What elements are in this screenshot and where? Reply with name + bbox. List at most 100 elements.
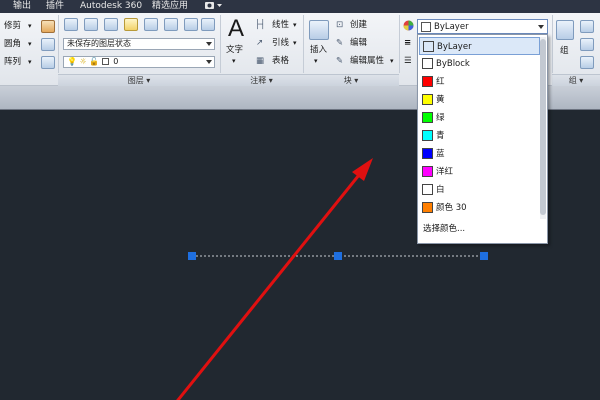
lineweight-icon[interactable]: ≡ bbox=[404, 38, 411, 49]
grip-handle[interactable] bbox=[334, 252, 342, 260]
color-swatch bbox=[422, 76, 433, 87]
dropdown-arrow-icon[interactable]: ▾ bbox=[390, 56, 394, 67]
linear-dim-icon: ├┤ bbox=[255, 20, 266, 30]
color-swatch bbox=[422, 148, 433, 159]
group-select-icon[interactable] bbox=[580, 56, 594, 69]
dropdown-arrow-icon[interactable]: ▾ bbox=[28, 57, 32, 68]
color-swatch bbox=[422, 130, 433, 141]
menu-autodesk-360[interactable]: Autodesk 360 bbox=[80, 1, 142, 12]
block-panel-title[interactable]: 块 ▾ bbox=[303, 74, 399, 86]
dropdown-arrow-icon[interactable]: ▾ bbox=[293, 20, 297, 31]
layer-state-dropdown[interactable]: 未保存的图层状态 bbox=[63, 38, 215, 50]
color-option-label: ByLayer bbox=[437, 42, 472, 52]
layer-states-icon[interactable] bbox=[84, 18, 98, 31]
layer-color-swatch bbox=[101, 58, 109, 65]
menu-featured-apps[interactable]: 精选应用 bbox=[152, 1, 188, 12]
lock-open-icon: 🔓 bbox=[89, 57, 100, 66]
color-option-label: 红 bbox=[436, 77, 445, 87]
eraser-icon[interactable] bbox=[41, 20, 55, 33]
color-swatch bbox=[422, 166, 433, 177]
leader-icon: ↗ bbox=[256, 38, 264, 48]
layers-panel-title[interactable]: 图层 ▾ bbox=[58, 74, 220, 86]
color-swatch bbox=[422, 94, 433, 105]
group-edit-icon[interactable] bbox=[580, 38, 594, 51]
color-option-magenta[interactable]: 洋红 bbox=[419, 163, 540, 181]
group-button[interactable]: 组 bbox=[560, 46, 569, 57]
dropdown-arrow-icon[interactable]: ▾ bbox=[232, 56, 236, 67]
annotation-panel-title[interactable]: 注释 ▾ bbox=[220, 74, 303, 86]
dropdown-arrow-icon[interactable]: ▾ bbox=[293, 38, 297, 49]
edit-attributes-button[interactable]: 编辑属性 bbox=[350, 56, 384, 67]
color-option-label: 黄 bbox=[436, 95, 445, 105]
text-icon[interactable]: A bbox=[228, 16, 244, 42]
menu-bar: 输出 插件 Autodesk 360 精选应用 bbox=[0, 0, 600, 13]
explode-icon[interactable] bbox=[41, 38, 55, 51]
color-option-label: 蓝 bbox=[436, 149, 445, 159]
grip-handle[interactable] bbox=[188, 252, 196, 260]
grip-handle[interactable] bbox=[480, 252, 488, 260]
insert-block-icon[interactable] bbox=[309, 20, 329, 40]
annotation-arrow-line bbox=[176, 169, 365, 400]
color-option-label: 洋红 bbox=[436, 167, 454, 177]
color-dropdown[interactable]: ByLayer bbox=[417, 19, 548, 34]
menu-output[interactable]: 输出 bbox=[13, 1, 31, 12]
layers-panel-title-label: 图层 bbox=[127, 76, 144, 85]
color-option-30[interactable]: 颜色 30 bbox=[419, 199, 540, 217]
color-wheel-icon[interactable] bbox=[403, 20, 414, 34]
leader-button[interactable]: 引线 bbox=[272, 38, 289, 49]
color-option-white[interactable]: 白 bbox=[419, 181, 540, 199]
annotation-panel-title-label: 注释 bbox=[250, 76, 267, 85]
color-option-label: 白 bbox=[436, 185, 445, 195]
create-block-button[interactable]: 创建 bbox=[350, 20, 367, 31]
color-swatch bbox=[422, 58, 433, 69]
layer-match-icon[interactable] bbox=[144, 18, 158, 31]
groups-panel-title-label: 组 bbox=[568, 76, 577, 85]
trim-button[interactable]: 修剪 bbox=[4, 21, 21, 32]
chevron-down-icon bbox=[538, 25, 544, 29]
array-button[interactable]: 阵列 bbox=[4, 57, 21, 68]
color-swatch bbox=[422, 112, 433, 123]
color-swatch bbox=[421, 22, 431, 32]
color-option-cyan[interactable]: 青 bbox=[419, 127, 540, 145]
text-button[interactable]: 文字 bbox=[226, 45, 243, 56]
linear-button[interactable]: 线性 bbox=[272, 20, 289, 31]
fillet-button[interactable]: 圆角 bbox=[4, 39, 21, 50]
color-swatch bbox=[422, 202, 433, 213]
dropdown-arrow-icon[interactable]: ▾ bbox=[28, 21, 32, 32]
dropdown-arrow-icon[interactable]: ▾ bbox=[28, 39, 32, 50]
group-icon[interactable] bbox=[556, 20, 574, 40]
linetype-icon[interactable]: ☰ bbox=[404, 56, 412, 67]
table-button[interactable]: 表格 bbox=[272, 56, 289, 67]
layer-lock-icon[interactable] bbox=[201, 18, 215, 31]
layer-isolate-icon[interactable] bbox=[104, 18, 118, 31]
color-option-bylayer[interactable]: ByLayer bbox=[419, 37, 540, 55]
sun-icon: ☼ bbox=[79, 57, 87, 66]
color-option-yellow[interactable]: 黄 bbox=[419, 91, 540, 109]
color-option-label: ByBlock bbox=[436, 59, 470, 69]
current-layer-dropdown[interactable]: 💡 ☼ 🔓 0 bbox=[63, 56, 215, 68]
layer-freeze-icon[interactable] bbox=[124, 18, 138, 31]
insert-button[interactable]: 插入 bbox=[310, 45, 327, 56]
select-color-link[interactable]: 选择颜色... bbox=[423, 223, 465, 235]
color-option-byblock[interactable]: ByBlock bbox=[419, 55, 540, 73]
scrollbar-thumb[interactable] bbox=[540, 39, 546, 215]
color-option-red[interactable]: 红 bbox=[419, 73, 540, 91]
color-option-green[interactable]: 绿 bbox=[419, 109, 540, 127]
color-dropdown-list: ByLayer ByBlock 红 黄 绿 青 蓝 洋红 白 颜色 30 选择颜… bbox=[417, 34, 548, 244]
groups-panel-title[interactable]: 组 ▾ bbox=[552, 74, 600, 86]
ungroup-icon[interactable] bbox=[580, 20, 594, 33]
block-panel-title-label: 块 bbox=[343, 76, 352, 85]
edit-block-icon: ✎ bbox=[336, 38, 344, 48]
layer-properties-icon[interactable] bbox=[64, 18, 78, 31]
edit-block-button[interactable]: 编辑 bbox=[350, 38, 367, 49]
dropdown-arrow-icon[interactable]: ▾ bbox=[314, 56, 318, 67]
color-dropdown-value: ByLayer bbox=[434, 22, 469, 32]
offset-icon[interactable] bbox=[41, 56, 55, 69]
edit-attributes-icon: ✎ bbox=[336, 56, 344, 66]
color-swatch bbox=[423, 41, 434, 52]
color-option-blue[interactable]: 蓝 bbox=[419, 145, 540, 163]
layer-previous-icon[interactable] bbox=[164, 18, 178, 31]
layer-walk-icon[interactable] bbox=[184, 18, 198, 31]
color-swatch bbox=[422, 184, 433, 195]
menu-plugins[interactable]: 插件 bbox=[46, 1, 64, 12]
